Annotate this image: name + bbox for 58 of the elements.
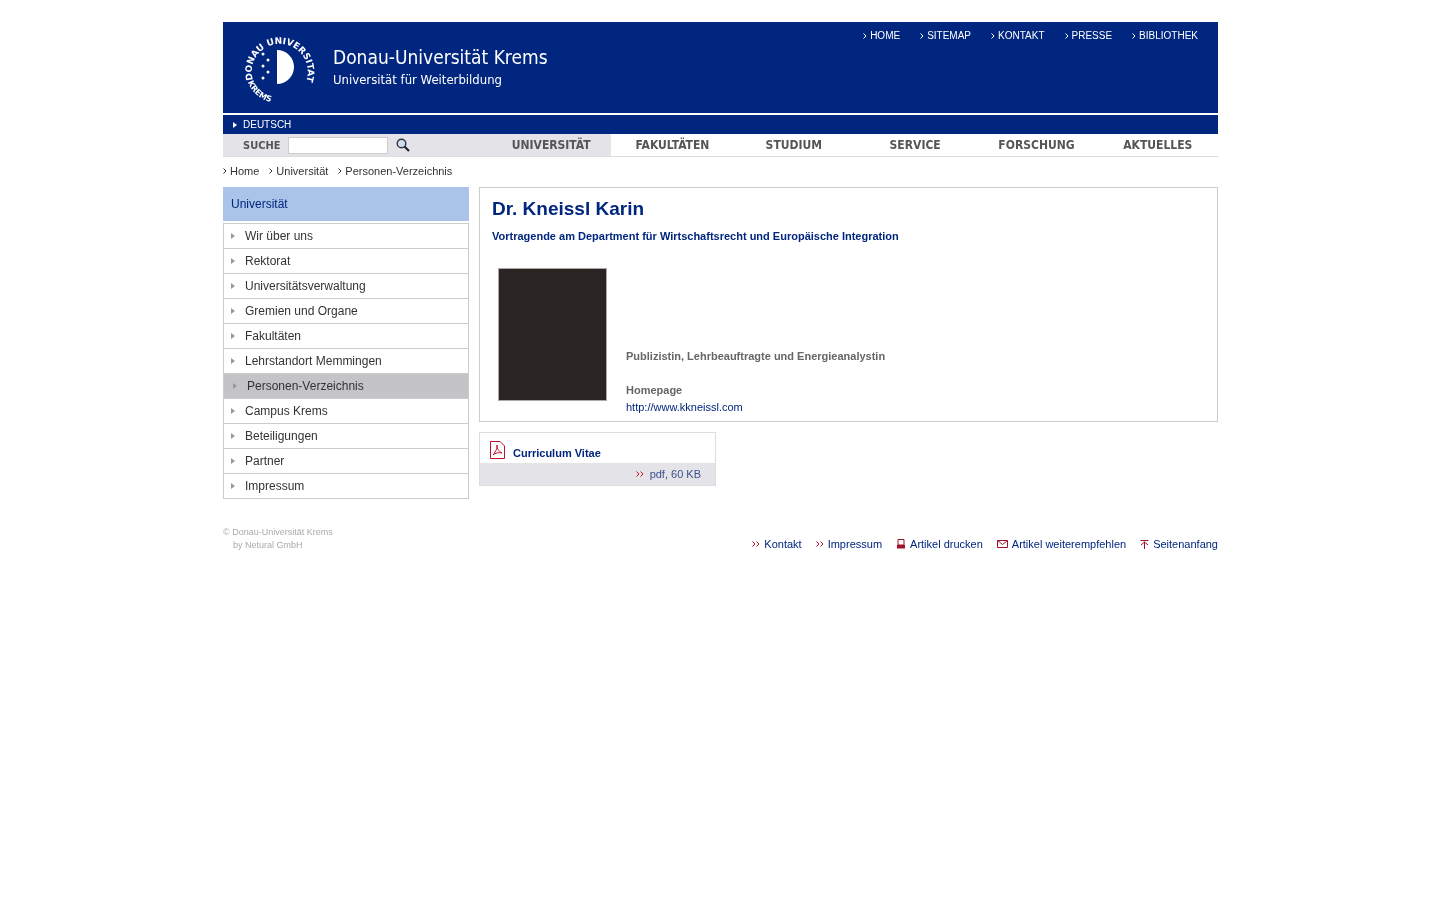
chevron-icon: [223, 168, 227, 174]
footer-link[interactable]: Artikel drucken: [896, 538, 983, 550]
triangle-icon: [231, 283, 235, 289]
chevron-icon: [991, 32, 996, 39]
search-field[interactable]: [288, 136, 389, 154]
copyright-text: © Donau-Universität Krems: [223, 527, 333, 537]
triangle-icon: [231, 333, 235, 339]
triangle-icon: [231, 458, 235, 464]
triangle-icon: [233, 383, 237, 389]
site-title: Donau-Universität Krems: [333, 46, 548, 68]
up-arrow-icon: [1140, 539, 1150, 549]
chevron-icon: [269, 168, 274, 174]
footer-link[interactable]: Kontakt: [752, 538, 802, 550]
triangle-icon: [231, 483, 235, 489]
triangle-icon: [231, 308, 235, 314]
triangle-icon: [233, 121, 237, 128]
double-chevron-icon: [815, 541, 824, 547]
chevron-icon: [920, 32, 925, 39]
triangle-icon: [231, 358, 235, 364]
search-icon[interactable]: [396, 138, 411, 152]
chevron-icon: [1064, 32, 1069, 39]
site-subtitle: Universität für Weiterbildung: [333, 72, 504, 87]
top-link[interactable]: PRESSE: [1064, 30, 1113, 41]
language-link[interactable]: DEUTSCH: [243, 119, 292, 130]
chevron-icon: [338, 168, 343, 174]
triangle-icon: [231, 433, 235, 439]
chevron-icon: [863, 32, 868, 39]
pdf-file-icon: [490, 441, 505, 459]
breadcrumb-link[interactable]: Home: [223, 165, 260, 177]
person-description: Publizistin, Lehrbeauftragte und Energieanalystin: [626, 350, 886, 362]
triangle-icon: [231, 408, 235, 414]
printer-icon: [896, 539, 907, 549]
sidebar-item[interactable]: Personen-Verzeichnis: [224, 373, 468, 398]
triangle-icon: [231, 258, 235, 264]
credit-text: by Netural GmbH: [232, 540, 304, 550]
footer-link[interactable]: Seitenanfang: [1140, 538, 1218, 550]
person-name: Dr. Kneissl Karin: [492, 198, 646, 220]
homepage-label: Homepage: [626, 384, 684, 396]
nav-tab[interactable]: UNIVERSITÄT: [491, 134, 612, 156]
top-link[interactable]: BIBLIOTHEK: [1132, 30, 1198, 41]
top-link[interactable]: HOME: [863, 30, 901, 41]
homepage-link[interactable]: http://www.kkneissl.com: [626, 401, 886, 413]
footer-link[interactable]: Artikel weiterempfehlen: [996, 538, 1127, 550]
top-link[interactable]: KONTAKT: [991, 30, 1045, 41]
double-chevron-icon: [752, 541, 761, 547]
footer-link[interactable]: Impressum: [815, 538, 883, 550]
chevron-icon: [1132, 32, 1137, 39]
envelope-icon: [996, 540, 1008, 548]
double-chevron-icon: [635, 471, 644, 477]
file-info-link[interactable]: pdf, 60 KB: [649, 468, 701, 480]
sidebar-title: Universität: [223, 187, 469, 221]
download-title[interactable]: Curriculum Vitae: [513, 447, 601, 459]
top-link[interactable]: SITEMAP: [920, 30, 972, 41]
search-label: SUCHE: [243, 138, 281, 152]
person-role: Vortragende am Department für Wirtschaftsrecht und Europäische Integration: [492, 230, 900, 242]
triangle-icon: [231, 233, 235, 239]
breadcrumb-link[interactable]: Personen-Verzeichnis: [338, 165, 453, 177]
breadcrumb-link[interactable]: Universität: [269, 165, 329, 177]
